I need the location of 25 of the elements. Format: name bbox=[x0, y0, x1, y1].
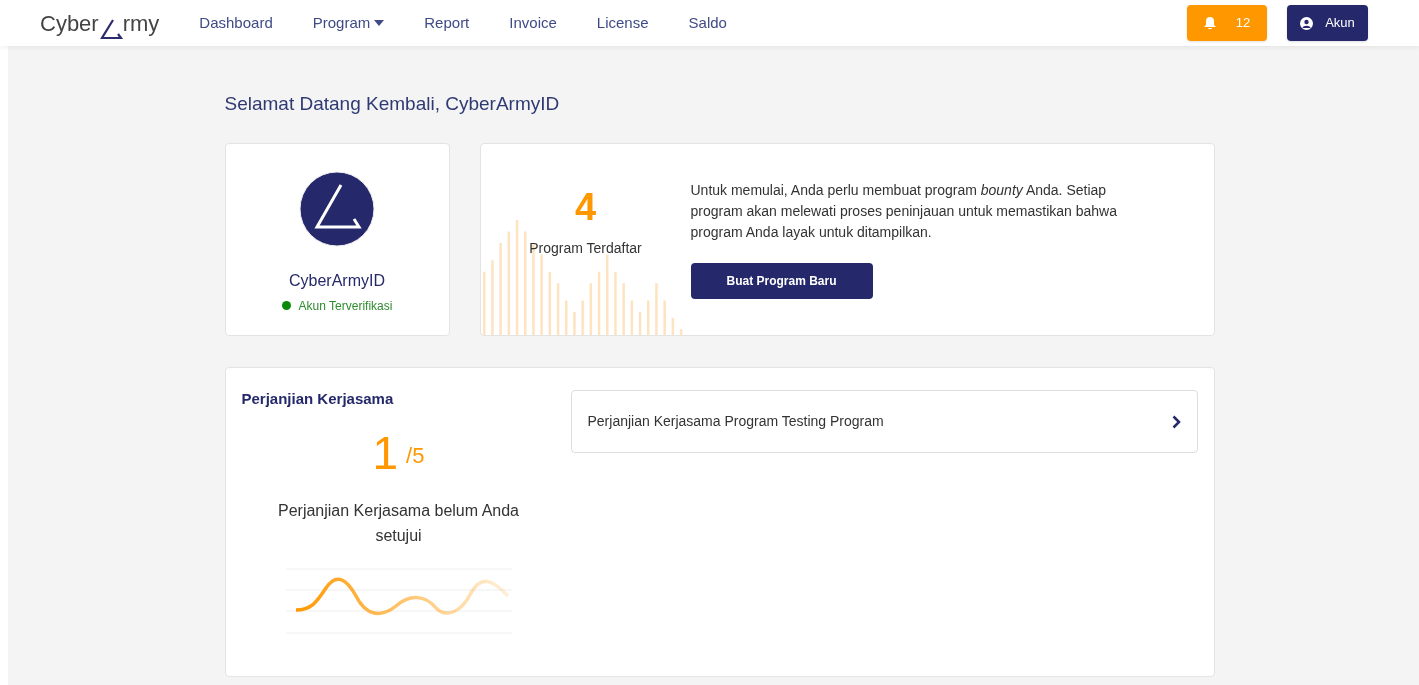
bell-icon bbox=[1203, 16, 1216, 30]
agreement-item[interactable]: Perjanjian Kerjasama Program Testing Program bbox=[570, 390, 1198, 453]
profile-name: CyberArmyID bbox=[289, 270, 385, 291]
agreement-total: /5 bbox=[406, 442, 425, 470]
welcome-heading: Selamat Datang Kembali, CyberArmyID bbox=[224, 92, 561, 116]
caret-icon bbox=[374, 20, 385, 26]
agreement-caption: Perjanjian Kerjasama belum Anda setujui bbox=[277, 501, 520, 546]
nav-link[interactable]: Saldo bbox=[688, 11, 727, 35]
verified-status: Akun Terverifikasi bbox=[298, 297, 393, 315]
logo[interactable]: Cyber rmy bbox=[40, 6, 160, 40]
chevron-right-icon bbox=[1171, 414, 1181, 429]
user-icon bbox=[1300, 16, 1314, 30]
program-count: 4 bbox=[574, 187, 597, 226]
program-count-label: Program Terdaftar bbox=[529, 238, 642, 258]
nav-link[interactable]: License bbox=[596, 11, 649, 35]
nav-link[interactable]: Dashboard bbox=[199, 11, 273, 35]
program-description: Untuk memulai, Anda perlu membuat program bounty Anda. Setiap program akan melewati proses peninjauan untuk memastikan bahwa program Anda layak untuk ditampilkan. bbox=[690, 180, 1118, 242]
nav-link[interactable]: Report bbox=[424, 11, 470, 35]
account-button[interactable]: Akun bbox=[1287, 5, 1368, 41]
agreement-count: 1 bbox=[372, 430, 399, 476]
nav-link[interactable]: Invoice bbox=[509, 11, 557, 35]
avatar-logo-icon bbox=[299, 170, 375, 247]
create-program-button[interactable]: Buat Program Baru bbox=[690, 262, 873, 299]
agreement-title: Perjanjian Kerjasama bbox=[241, 388, 395, 409]
nav-link[interactable]: Program bbox=[312, 11, 385, 35]
